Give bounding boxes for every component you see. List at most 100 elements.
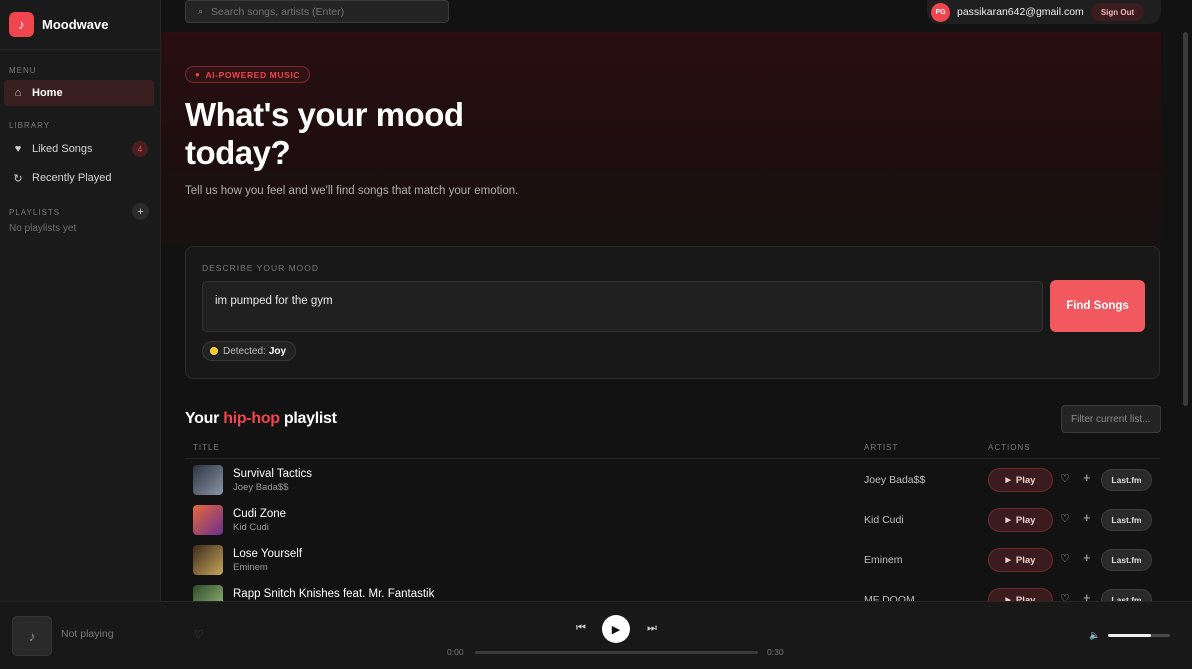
no-playlists-text: No playlists yet <box>9 223 77 234</box>
library-section-label: LIBRARY <box>9 121 51 130</box>
play-label: Play <box>1015 554 1036 566</box>
ai-tag-label: AI-POWERED MUSIC <box>205 69 301 80</box>
search-input[interactable]: ⌕ Search songs, artists (Enter) <box>185 0 449 23</box>
like-heart-icon[interactable]: ♡ <box>1060 552 1070 565</box>
track-artist-sub: Eminem <box>233 562 268 573</box>
album-cover <box>193 545 223 575</box>
track-artist: Eminem <box>864 554 903 566</box>
app-name: Moodwave <box>42 17 109 32</box>
mood-input[interactable]: im pumped for the gym <box>202 281 1043 332</box>
lastfm-button[interactable]: Last.fm <box>1101 549 1152 571</box>
track-title: Survival Tactics <box>233 468 313 480</box>
play-icon: ▶ <box>1005 517 1011 524</box>
user-menu: PG passikaran642@gmail.com Sign Out <box>927 0 1161 24</box>
add-to-playlist-icon[interactable]: + <box>1083 510 1091 525</box>
add-to-playlist-icon[interactable]: + <box>1083 550 1091 565</box>
user-icon: ● <box>195 70 201 79</box>
sidebar: ♪ Moodwave MENU ⌂ Home LIBRARY ♥ Liked S… <box>0 0 161 601</box>
like-heart-icon[interactable]: ♡ <box>1060 592 1070 601</box>
avatar[interactable]: PG <box>931 2 950 22</box>
track-artist: MF DOOM <box>864 594 915 601</box>
lastfm-button[interactable]: Last.fm <box>1101 589 1152 601</box>
header-divider <box>185 458 1160 459</box>
table-row[interactable]: Lose Yourself Eminem Eminem ▶ Play ♡ + L… <box>185 540 1160 580</box>
add-to-playlist-icon[interactable]: + <box>1083 470 1091 485</box>
previous-icon[interactable]: ⏮ <box>576 622 586 635</box>
play-button[interactable]: ▶ <box>602 615 630 643</box>
track-title: Cudi Zone <box>233 508 287 520</box>
track-artist-sub: Joey Bada$$ <box>233 482 289 493</box>
album-cover <box>193 465 223 495</box>
brand[interactable]: ♪ Moodwave <box>0 0 160 50</box>
lastfm-button[interactable]: Last.fm <box>1101 469 1152 491</box>
like-heart-icon[interactable]: ♡ <box>1060 512 1070 525</box>
play-label: Play <box>1015 474 1036 486</box>
play-track-button[interactable]: ▶ Play <box>988 468 1053 492</box>
hero-section: ● AI-POWERED MUSIC What's your mood toda… <box>161 32 1161 246</box>
detected-emotion: Joy <box>268 345 287 357</box>
music-note-icon: ♪ <box>12 616 52 656</box>
table-row[interactable]: Rapp Snitch Knishes feat. Mr. Fantastik … <box>185 580 1160 601</box>
playlist-genre: hip-hop <box>223 410 280 427</box>
time-total: 0:30 <box>767 647 784 657</box>
mood-card: DESCRIBE YOUR MOOD im pumped for the gym… <box>185 246 1160 379</box>
liked-count-badge: 4 <box>132 141 148 157</box>
playlist-title-suffix: playlist <box>283 410 337 427</box>
lastfm-button[interactable]: Last.fm <box>1101 509 1152 531</box>
home-icon: ⌂ <box>14 87 22 99</box>
track-title: Lose Yourself <box>233 548 303 560</box>
playlist-title: Your hip-hop playlist <box>185 410 337 428</box>
like-heart-icon[interactable]: ♡ <box>194 628 204 641</box>
sidebar-item-label: Liked Songs <box>32 143 93 155</box>
page-subtitle: Tell us how you feel and we'll find song… <box>185 185 519 197</box>
now-playing-text: Not playing <box>61 628 114 640</box>
detected-prefix: Detected: <box>223 345 266 357</box>
add-to-playlist-icon[interactable]: + <box>1083 590 1091 601</box>
album-cover <box>193 505 223 535</box>
track-artist-sub: Kid Cudi <box>233 522 269 533</box>
heart-icon: ♥ <box>14 143 22 155</box>
next-icon[interactable]: ⏭ <box>647 622 657 635</box>
playlist-title-prefix: Your <box>185 410 220 427</box>
column-header-artist: ARTIST <box>864 443 899 452</box>
filter-input[interactable]: Filter current list... <box>1061 405 1161 433</box>
volume-slider[interactable] <box>1108 634 1170 637</box>
page-title: What's your mood today? <box>185 96 464 171</box>
sidebar-item-label: Home <box>32 87 63 99</box>
play-icon: ▶ <box>1005 477 1011 484</box>
like-heart-icon[interactable]: ♡ <box>1060 472 1070 485</box>
track-title: Rapp Snitch Knishes feat. Mr. Fantastik <box>233 588 435 600</box>
search-placeholder: Search songs, artists (Enter) <box>211 5 345 18</box>
ai-powered-badge: ● AI-POWERED MUSIC <box>185 66 311 83</box>
detected-emotion-chip: Detected: Joy <box>202 341 297 361</box>
sidebar-item-home[interactable]: ⌂ Home <box>4 80 154 106</box>
player-bar: ♪ Not playing ♡ ⏮ ▶ ⏭ 0:00 0:30 🔈 <box>0 601 1192 669</box>
play-track-button[interactable]: ▶ Play <box>988 588 1053 601</box>
column-header-title: TITLE <box>193 443 220 452</box>
emotion-dot-icon <box>210 347 218 355</box>
topbar: ⌕ Search songs, artists (Enter) PG passi… <box>161 0 1192 32</box>
menu-section-label: MENU <box>9 66 37 75</box>
play-track-button[interactable]: ▶ Play <box>988 508 1053 532</box>
play-label: Play <box>1015 514 1036 526</box>
album-cover <box>193 585 223 601</box>
play-track-button[interactable]: ▶ Play <box>988 548 1053 572</box>
sidebar-item-label: Recently Played <box>32 172 112 184</box>
find-songs-button[interactable]: Find Songs <box>1050 280 1145 332</box>
track-artist: Kid Cudi <box>864 514 904 526</box>
mood-label: DESCRIBE YOUR MOOD <box>202 263 320 273</box>
sidebar-item-recently-played[interactable]: ↻ Recently Played <box>4 165 154 191</box>
progress-bar[interactable] <box>475 651 758 654</box>
track-artist: Joey Bada$$ <box>864 474 926 486</box>
table-row[interactable]: Cudi Zone Kid Cudi Kid Cudi ▶ Play ♡ + L… <box>185 500 1160 540</box>
sign-out-button[interactable]: Sign Out <box>1090 3 1145 21</box>
play-icon: ▶ <box>1005 557 1011 564</box>
table-row[interactable]: Survival Tactics Joey Bada$$ Joey Bada$$… <box>185 460 1160 500</box>
sidebar-item-liked-songs[interactable]: ♥ Liked Songs 4 <box>4 136 154 162</box>
column-header-actions: ACTIONS <box>988 443 1031 452</box>
scrollbar[interactable] <box>1183 32 1188 406</box>
history-icon: ↻ <box>13 172 23 185</box>
user-email: passikaran642@gmail.com <box>957 6 1084 18</box>
volume-icon[interactable]: 🔈 <box>1089 630 1100 641</box>
add-playlist-button[interactable]: + <box>132 203 149 220</box>
